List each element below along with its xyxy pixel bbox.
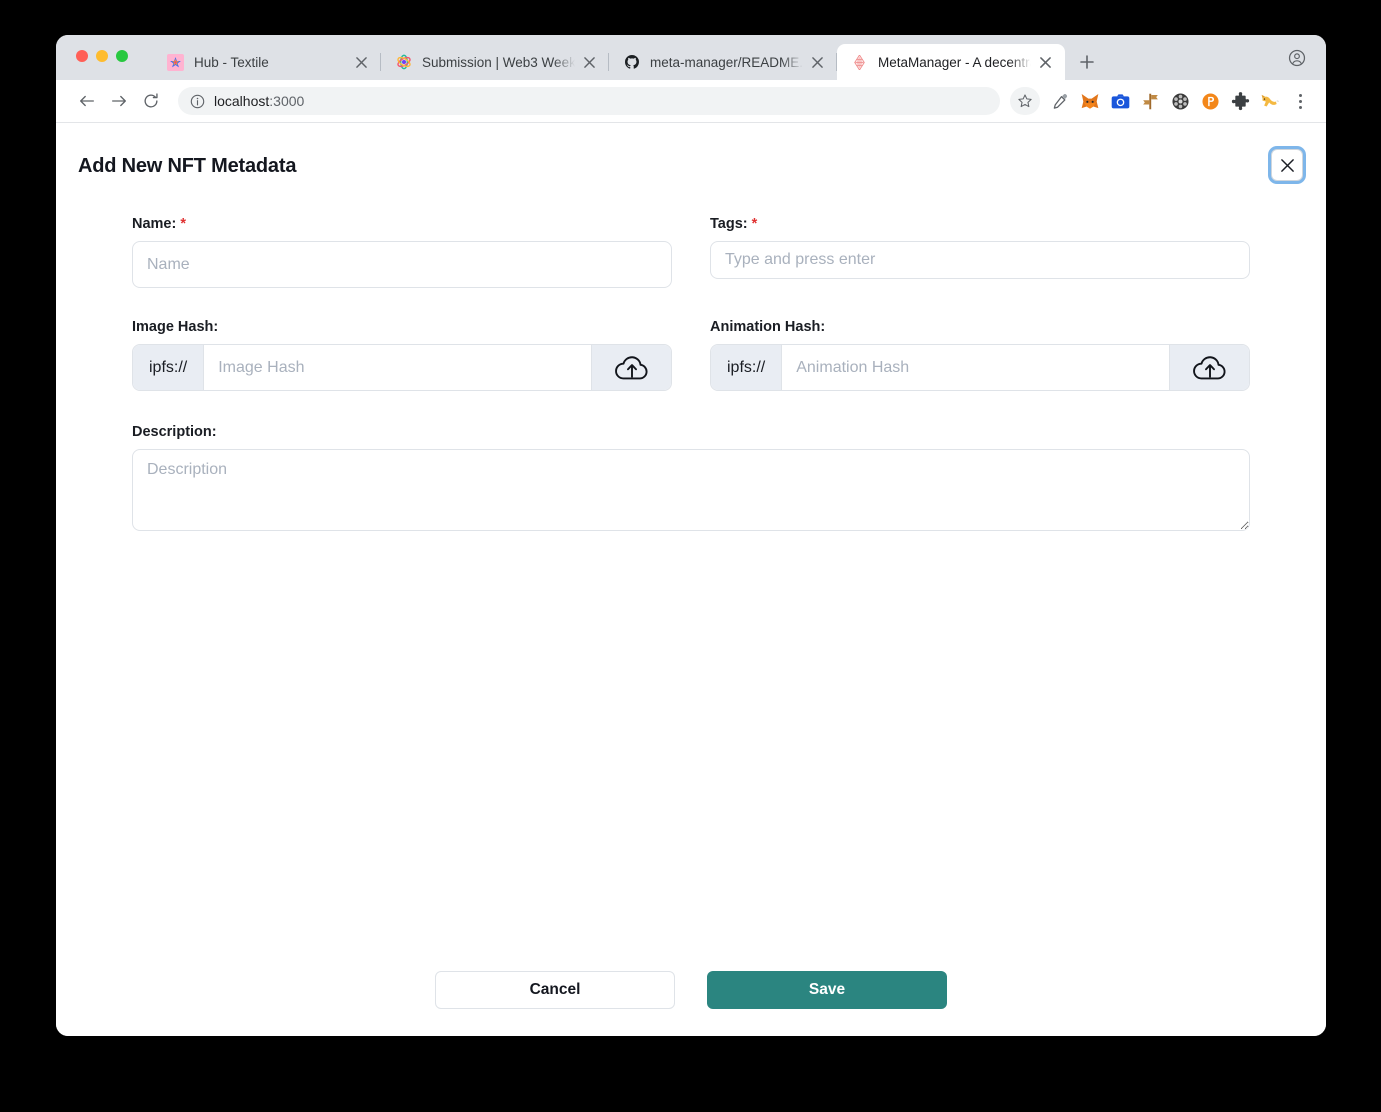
field-animation-hash: Animation Hash: ipfs:// xyxy=(710,319,1250,391)
image-upload-button[interactable] xyxy=(591,345,671,390)
ipfs-prefix-label: ipfs:// xyxy=(133,345,204,390)
form-row-hashes: Image Hash: ipfs:// xyxy=(132,319,1250,391)
browser-tab-web3-weekend[interactable]: Submission | Web3 Weekend xyxy=(381,44,609,80)
cancel-button[interactable]: Cancel xyxy=(435,971,675,1009)
tab-list: Hub - Textile Submission | Web3 xyxy=(153,35,1101,80)
browser-tab-textile[interactable]: Hub - Textile xyxy=(153,44,381,80)
cloud-upload-icon xyxy=(612,353,652,383)
description-textarea[interactable] xyxy=(132,449,1250,531)
chrome-menu-icon[interactable] xyxy=(1288,87,1312,115)
textile-icon xyxy=(167,54,184,71)
description-label: Description: xyxy=(132,424,1250,440)
animation-hash-group: ipfs:// xyxy=(710,344,1250,391)
tab-title: meta-manager/README.md at xyxy=(650,55,803,70)
metamask-fox-icon[interactable] xyxy=(1076,87,1104,115)
field-name: Name: * xyxy=(132,216,672,288)
close-tab-icon[interactable] xyxy=(1035,52,1055,72)
minimize-window-button[interactable] xyxy=(96,50,108,62)
field-tags: Tags: * xyxy=(710,216,1250,288)
save-button[interactable]: Save xyxy=(707,971,947,1009)
address-bar[interactable]: localhost:3000 xyxy=(178,87,1000,115)
new-tab-button[interactable] xyxy=(1073,48,1101,76)
ipfs-prefix-label: ipfs:// xyxy=(711,345,782,390)
nft-metadata-form: Name: * Tags: * Image Hash: xyxy=(56,216,1326,531)
address-port: :3000 xyxy=(269,93,304,109)
name-label: Name: * xyxy=(132,216,672,232)
back-arrow-icon[interactable] xyxy=(72,86,102,116)
tab-title: Submission | Web3 Weekend xyxy=(422,55,575,70)
window-traffic-lights xyxy=(76,50,128,62)
camera-icon[interactable] xyxy=(1106,87,1134,115)
animation-upload-button[interactable] xyxy=(1169,345,1249,390)
browser-tab-metamanager[interactable]: MetaManager - A decentralised xyxy=(837,44,1065,80)
maximize-window-button[interactable] xyxy=(116,50,128,62)
address-bar-url: localhost:3000 xyxy=(214,93,304,109)
extensions-puzzle-icon[interactable] xyxy=(1226,87,1254,115)
close-tab-icon[interactable] xyxy=(807,52,827,72)
tags-label-text: Tags: xyxy=(710,216,748,232)
form-actions: Cancel Save xyxy=(56,971,1326,1009)
required-asterisk: * xyxy=(752,216,758,232)
github-icon xyxy=(623,54,640,71)
forward-arrow-icon[interactable] xyxy=(104,86,134,116)
name-label-text: Name: xyxy=(132,216,176,232)
tab-strip: Hub - Textile Submission | Web3 xyxy=(56,35,1326,80)
cloud-upload-icon xyxy=(1190,353,1230,383)
form-row-name-tags: Name: * Tags: * xyxy=(132,216,1250,288)
animation-hash-label: Animation Hash: xyxy=(710,319,1250,335)
name-input[interactable] xyxy=(132,241,672,288)
animation-hash-input[interactable] xyxy=(782,345,1169,390)
browser-window: Hub - Textile Submission | Web3 xyxy=(56,35,1326,1036)
tags-label: Tags: * xyxy=(710,216,1250,232)
address-host: localhost xyxy=(214,93,269,109)
image-hash-label: Image Hash: xyxy=(132,319,672,335)
page-header: Add New NFT Metadata xyxy=(56,123,1326,181)
signpost-icon[interactable] xyxy=(1136,87,1164,115)
field-image-hash: Image Hash: ipfs:// xyxy=(132,319,672,391)
tab-title: MetaManager - A decentralised xyxy=(878,55,1031,70)
browser-toolbar: localhost:3000 xyxy=(56,80,1326,123)
metamanager-icon xyxy=(851,54,868,71)
close-window-button[interactable] xyxy=(76,50,88,62)
tags-input[interactable] xyxy=(710,241,1250,279)
reload-icon[interactable] xyxy=(136,86,166,116)
image-hash-group: ipfs:// xyxy=(132,344,672,391)
page-content: Add New NFT Metadata Name: * xyxy=(56,123,1326,1036)
pocket-icon[interactable] xyxy=(1196,87,1224,115)
film-reel-icon[interactable] xyxy=(1166,87,1194,115)
form-row-description: Description: xyxy=(132,424,1250,531)
close-tab-icon[interactable] xyxy=(351,52,371,72)
image-hash-input[interactable] xyxy=(204,345,591,390)
close-modal-button[interactable] xyxy=(1271,149,1303,181)
page-title: Add New NFT Metadata xyxy=(78,155,296,178)
dog-icon[interactable] xyxy=(1256,87,1284,115)
required-asterisk: * xyxy=(180,216,186,232)
gitcoin-icon xyxy=(395,54,412,71)
tab-title: Hub - Textile xyxy=(194,55,347,70)
close-tab-icon[interactable] xyxy=(579,52,599,72)
site-info-icon[interactable] xyxy=(190,94,205,109)
bookmark-star-icon[interactable] xyxy=(1010,87,1040,115)
eyedropper-icon[interactable] xyxy=(1046,87,1074,115)
browser-tab-github-readme[interactable]: meta-manager/README.md at xyxy=(609,44,837,80)
profile-avatar-icon[interactable] xyxy=(1286,47,1308,69)
